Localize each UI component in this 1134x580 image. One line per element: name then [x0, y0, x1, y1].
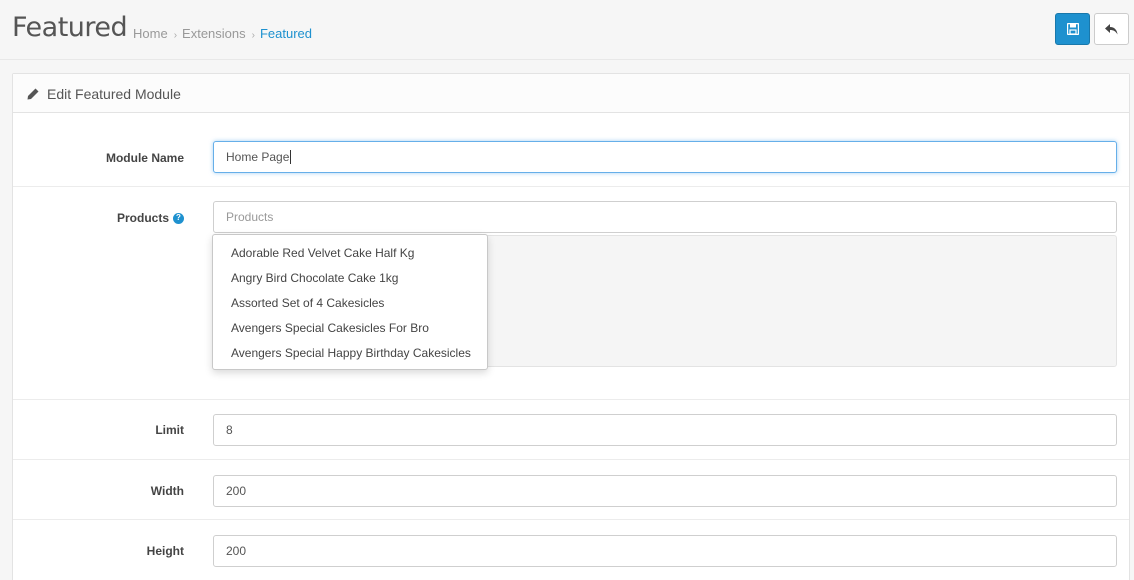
- back-button[interactable]: [1094, 13, 1129, 45]
- width-input[interactable]: 200: [213, 475, 1117, 507]
- module-name-label-text: Module Name: [105, 151, 184, 165]
- height-input[interactable]: 200: [213, 535, 1117, 567]
- limit-input[interactable]: 8: [213, 414, 1117, 446]
- edit-module-panel: Edit Featured Module Module Name Home Pa…: [12, 73, 1130, 580]
- page-header: Featured Home › Extensions › Featured: [0, 0, 1134, 60]
- module-name-value: Home Page: [226, 150, 290, 164]
- module-name-input[interactable]: Home Page: [213, 141, 1117, 173]
- autocomplete-item[interactable]: Angry Bird Chocolate Cake 1kg: [213, 266, 487, 291]
- row-divider: [13, 186, 1129, 187]
- autocomplete-item[interactable]: Avengers Special Happy Birthday Cakesicl…: [213, 341, 487, 366]
- page-title: Featured: [12, 12, 128, 43]
- height-value: 200: [226, 544, 247, 558]
- breadcrumb-home[interactable]: Home: [133, 26, 168, 41]
- products-placeholder: Products: [226, 210, 274, 224]
- text-caret: [290, 150, 292, 164]
- pencil-icon: [27, 88, 39, 100]
- autocomplete-item[interactable]: Avengers Special Cakesicles For Bro: [213, 316, 487, 341]
- products-label-text: Products: [116, 211, 169, 225]
- products-label: Products ?: [24, 208, 184, 228]
- breadcrumb-separator-icon: ›: [251, 30, 255, 41]
- reply-icon: [1105, 23, 1118, 34]
- products-input[interactable]: Products: [213, 201, 1117, 233]
- module-name-label: Module Name: [24, 148, 184, 168]
- row-divider: [13, 519, 1129, 520]
- width-value: 200: [226, 484, 247, 498]
- products-autocomplete-dropdown: Adorable Red Velvet Cake Half Kg Angry B…: [212, 234, 488, 370]
- panel-title: Edit Featured Module: [27, 86, 181, 102]
- save-icon: [1066, 23, 1079, 35]
- row-divider: [13, 459, 1129, 460]
- panel-heading: Edit Featured Module: [13, 74, 1129, 113]
- autocomplete-item[interactable]: Assorted Set of 4 Cakesicles: [213, 291, 487, 316]
- row-divider: [13, 399, 1129, 400]
- width-label-text: Width: [150, 484, 184, 498]
- height-label-text: Height: [146, 544, 184, 558]
- limit-value: 8: [226, 423, 233, 437]
- breadcrumb-separator-icon: ›: [173, 30, 178, 41]
- page-edge: [1130, 60, 1134, 580]
- limit-label-text: Limit: [155, 423, 184, 437]
- save-button[interactable]: [1055, 13, 1090, 45]
- width-label: Width: [24, 481, 184, 501]
- breadcrumb-extensions[interactable]: Extensions: [182, 26, 246, 41]
- question-circle-icon[interactable]: ?: [173, 212, 184, 224]
- height-label: Height: [24, 541, 184, 561]
- breadcrumb-featured[interactable]: Featured: [260, 26, 312, 41]
- breadcrumb: Home › Extensions › Featured: [133, 26, 312, 41]
- panel-title-text: Edit Featured Module: [47, 86, 181, 102]
- limit-label: Limit: [24, 420, 184, 440]
- autocomplete-item[interactable]: Adorable Red Velvet Cake Half Kg: [213, 241, 487, 266]
